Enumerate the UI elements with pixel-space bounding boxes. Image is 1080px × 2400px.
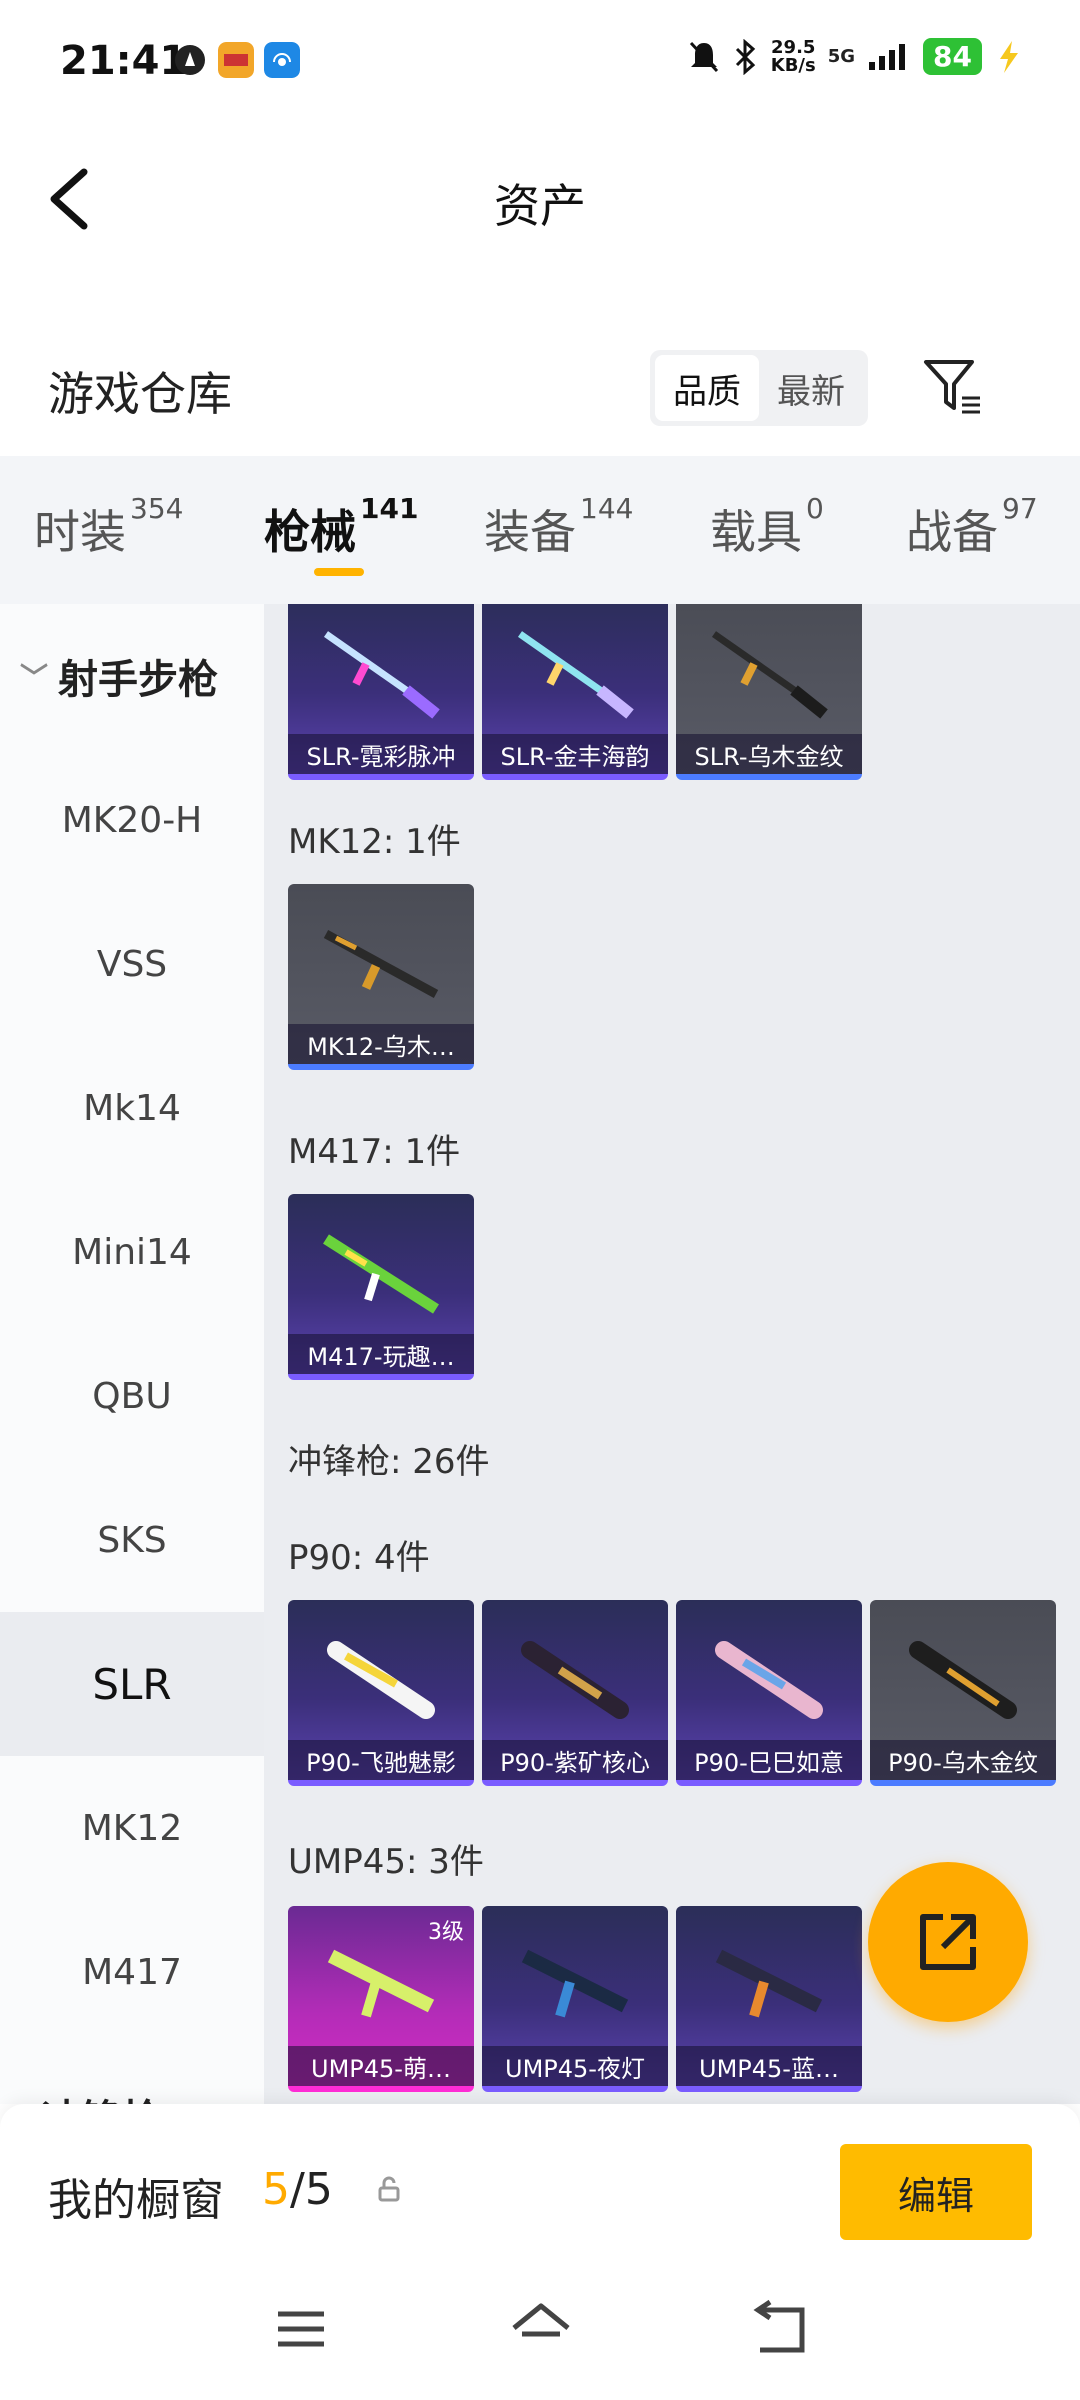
weapon-name: P90-飞驰魅影 bbox=[288, 1740, 474, 1780]
network-speed: 29.5 KB/s bbox=[770, 36, 816, 76]
weapon-card[interactable]: P90-飞驰魅影 bbox=[288, 1600, 474, 1786]
weapon-name: MK12-乌木… bbox=[288, 1024, 474, 1064]
rifle-icon bbox=[711, 631, 828, 719]
status-bar: 21:41 29.5 KB/s 5G 84 bbox=[0, 0, 1080, 130]
sidebar-item-mk14[interactable]: Mk14 bbox=[0, 1036, 264, 1180]
edit-button[interactable]: 编辑 bbox=[840, 2144, 1032, 2240]
weapon-card[interactable]: P90-紫矿核心 bbox=[482, 1600, 668, 1786]
broadcast-app-icon bbox=[264, 42, 300, 78]
signal-icon bbox=[869, 43, 906, 70]
page-title: 资产 bbox=[494, 179, 586, 233]
sidebar-group-smg[interactable]: › 冲锋枪 bbox=[0, 2044, 264, 2104]
mute-icon bbox=[689, 41, 718, 72]
showcase-bar: 我的橱窗 5/5 编辑 bbox=[0, 2104, 1080, 2254]
weapon-name: SLR-乌木金纹 bbox=[676, 734, 862, 774]
section-title-smg: 冲锋枪: 26件 bbox=[288, 1442, 490, 1482]
back-nav-icon[interactable] bbox=[746, 2294, 816, 2364]
sidebar-item-m417[interactable]: M417 bbox=[0, 1900, 264, 2044]
rifle-icon bbox=[323, 930, 439, 998]
weapon-card[interactable]: UMP45-蓝… bbox=[676, 1906, 862, 2092]
sidebar-group-marksman[interactable]: ﹀ 射手步枪 bbox=[0, 604, 264, 748]
weapon-card[interactable]: P90-巳巳如意 bbox=[676, 1600, 862, 1786]
weapon-card[interactable]: SLR-金丰海韵 bbox=[482, 604, 668, 780]
smg-icon bbox=[521, 1641, 629, 1719]
smg-icon bbox=[521, 1949, 629, 2018]
home-icon[interactable] bbox=[506, 2294, 576, 2364]
showcase-label: 我的橱窗 bbox=[48, 2175, 224, 2226]
smg-icon bbox=[715, 1641, 823, 1719]
weapon-sidebar: ﹀ 射手步枪 MK20-H VSS Mk14 Mini14 QBU SKS SL… bbox=[0, 604, 264, 2104]
lock-icon bbox=[378, 2176, 400, 2202]
charging-icon bbox=[1000, 40, 1018, 73]
weapon-name: UMP45-蓝… bbox=[676, 2046, 862, 2086]
weapon-card[interactable]: P90-乌木金纹 bbox=[870, 1600, 1056, 1786]
sidebar-item-slr[interactable]: SLR bbox=[0, 1612, 264, 1756]
section-title-m417: M417: 1件 bbox=[288, 1132, 461, 1172]
smg-icon bbox=[715, 1949, 823, 2018]
battery-indicator: 84 bbox=[923, 38, 982, 75]
showcase-count: 5/5 bbox=[262, 2164, 333, 2215]
rifle-icon bbox=[323, 631, 440, 719]
notification-app-icon bbox=[175, 45, 205, 75]
sidebar-item-vss[interactable]: VSS bbox=[0, 892, 264, 1036]
sidebar-item-qbu[interactable]: QBU bbox=[0, 1324, 264, 1468]
network-type: 5G bbox=[827, 45, 856, 67]
sort-quality-button[interactable]: 品质 bbox=[655, 355, 759, 421]
tab-guns[interactable]: 枪械 141 bbox=[264, 492, 418, 562]
weapon-card[interactable]: SLR-霓彩脉冲 bbox=[288, 604, 474, 780]
sidebar-item-mk20h[interactable]: MK20-H bbox=[0, 748, 264, 892]
system-nav-bar bbox=[0, 2254, 1080, 2400]
chevron-down-icon: ﹀ bbox=[20, 661, 49, 694]
bluetooth-icon bbox=[735, 38, 755, 75]
weapon-card[interactable]: 3级 UMP45-萌… bbox=[288, 1906, 474, 2092]
share-button[interactable] bbox=[868, 1862, 1028, 2022]
weapon-name: M417-玩趣… bbox=[288, 1334, 474, 1374]
smg-icon bbox=[327, 1641, 435, 1719]
sidebar-item-sks[interactable]: SKS bbox=[0, 1468, 264, 1612]
section-title-ump45: UMP45: 3件 bbox=[288, 1842, 484, 1882]
sidebar-item-mini14[interactable]: Mini14 bbox=[0, 1180, 264, 1324]
sidebar-item-mk12[interactable]: MK12 bbox=[0, 1756, 264, 1900]
weapon-name: P90-巳巳如意 bbox=[676, 1740, 862, 1780]
rifle-icon bbox=[517, 631, 634, 719]
tab-vehicles[interactable]: 载具 0 bbox=[710, 492, 824, 562]
warehouse-header: 游戏仓库 品质 最新 bbox=[0, 330, 1080, 440]
weapon-name: P90-紫矿核心 bbox=[482, 1740, 668, 1780]
filter-icon[interactable] bbox=[920, 354, 986, 420]
page-header: 资产 bbox=[0, 130, 1080, 270]
sort-latest-button[interactable]: 最新 bbox=[759, 355, 863, 421]
tab-supplies[interactable]: 战备 97 bbox=[906, 492, 1038, 562]
weapon-name: SLR-霓彩脉冲 bbox=[288, 734, 474, 774]
weapon-card[interactable]: MK12-乌木… bbox=[288, 884, 474, 1070]
sort-toggle: 品质 最新 bbox=[650, 350, 868, 426]
share-icon bbox=[920, 1914, 976, 1970]
game-app-icon bbox=[218, 42, 254, 78]
weapon-card[interactable]: SLR-乌木金纹 bbox=[676, 604, 862, 780]
weapon-name: P90-乌木金纹 bbox=[870, 1740, 1056, 1780]
smg-icon bbox=[327, 1949, 435, 2018]
weapon-name: SLR-金丰海韵 bbox=[482, 734, 668, 774]
rifle-icon bbox=[323, 1234, 439, 1314]
status-time: 21:41 bbox=[60, 38, 188, 84]
tab-active-indicator bbox=[314, 568, 364, 576]
weapon-name: UMP45-萌… bbox=[288, 2046, 474, 2086]
section-title-p90: P90: 4件 bbox=[288, 1538, 430, 1578]
smg-icon bbox=[909, 1641, 1017, 1719]
weapon-name: UMP45-夜灯 bbox=[482, 2046, 668, 2086]
weapon-card[interactable]: UMP45-夜灯 bbox=[482, 1906, 668, 2092]
weapon-card[interactable]: M417-玩趣… bbox=[288, 1194, 474, 1380]
tab-fashion[interactable]: 时装 354 bbox=[34, 492, 183, 562]
tab-equipment[interactable]: 装备 144 bbox=[484, 492, 633, 562]
category-tabs: 时装 354 枪械 141 装备 144 载具 0 战备 97 bbox=[0, 456, 1080, 604]
menu-icon[interactable] bbox=[266, 2294, 336, 2364]
section-title-mk12: MK12: 1件 bbox=[288, 822, 461, 862]
warehouse-title: 游戏仓库 bbox=[48, 367, 232, 421]
